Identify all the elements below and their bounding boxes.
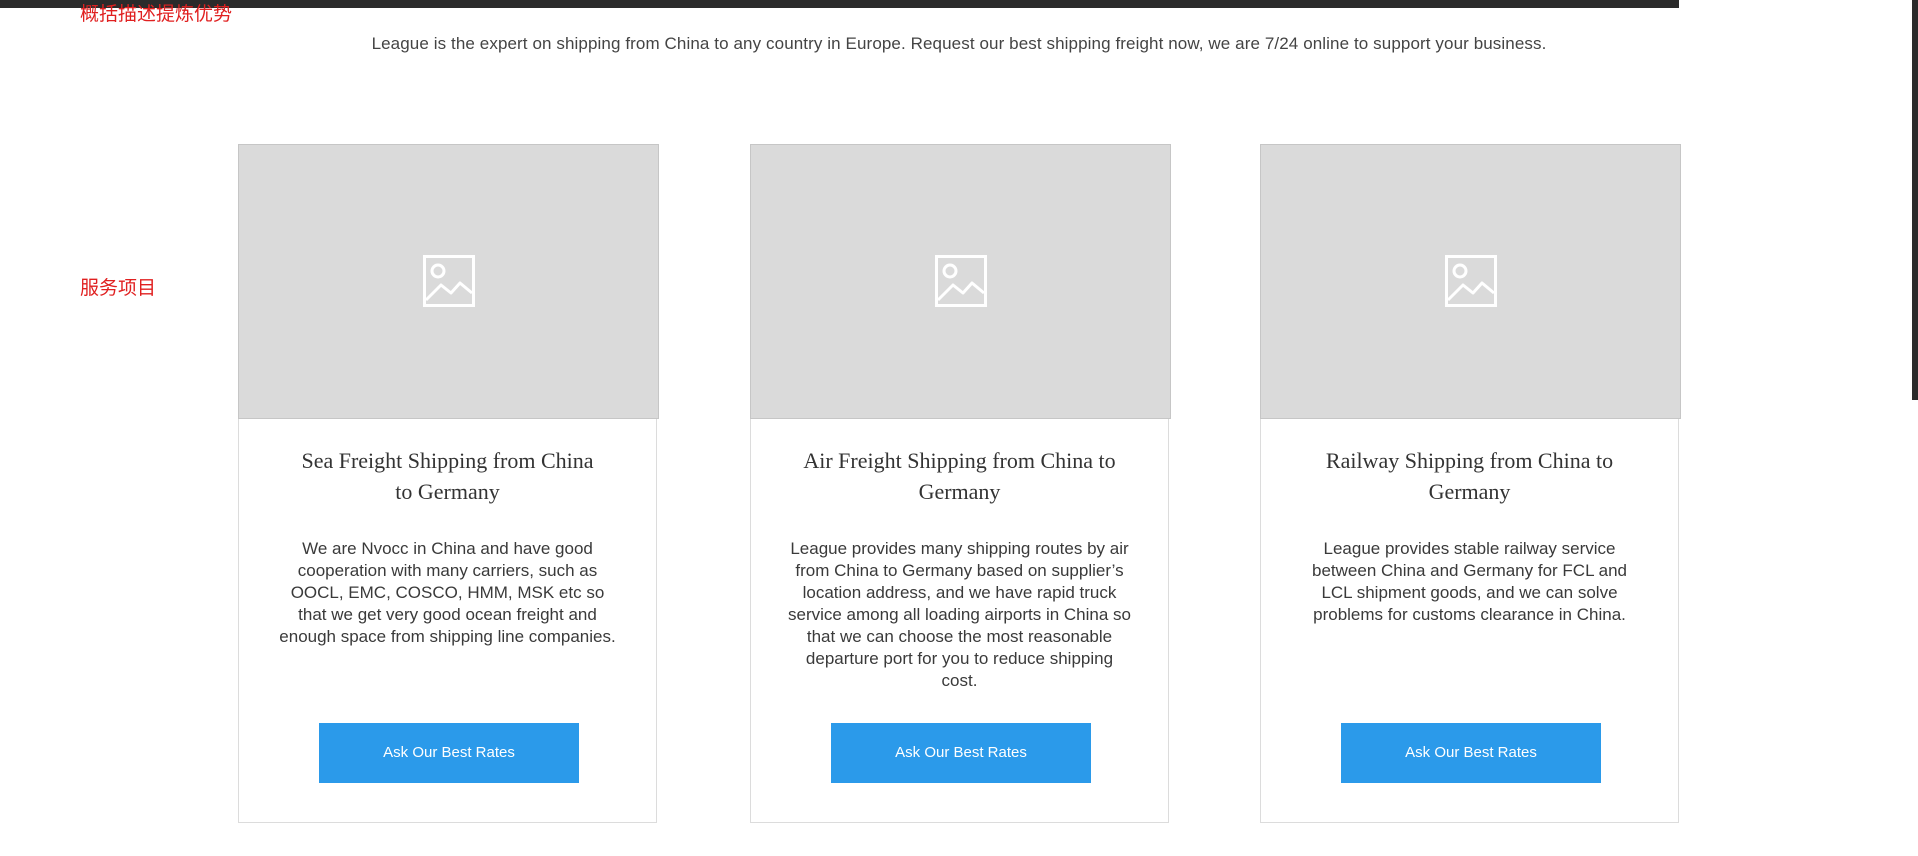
- ask-rates-button-sea[interactable]: Ask Our Best Rates: [319, 723, 579, 783]
- card-title: Air Freight Shipping from China to Germa…: [791, 445, 1128, 507]
- ask-rates-button-railway[interactable]: Ask Our Best Rates: [1341, 723, 1601, 783]
- card-title: Railway Shipping from China to Germany: [1301, 445, 1638, 507]
- top-bar: [0, 0, 1679, 8]
- ask-rates-button-air[interactable]: Ask Our Best Rates: [831, 723, 1091, 783]
- card-image-placeholder: [1260, 144, 1681, 419]
- annotation-summary: 概括描述提炼优势: [80, 3, 233, 25]
- card-description: League provides many shipping routes by …: [787, 539, 1131, 690]
- card-title-line1: Air Freight Shipping from China to: [803, 448, 1116, 473]
- service-card-sea: Sea Freight Shipping from China to Germa…: [238, 144, 659, 823]
- card-title-line1: Railway Shipping from China to: [1325, 448, 1614, 473]
- intro-text: League is the expert on shipping from Ch…: [371, 34, 1547, 53]
- image-placeholder-icon: [423, 255, 475, 307]
- card-title-line2: Germany: [1428, 479, 1511, 504]
- card-title-line2: Germany: [918, 479, 1001, 504]
- card-title-line2: to Germany: [395, 479, 500, 504]
- card-image-placeholder: [750, 144, 1171, 419]
- service-card-railway: Railway Shipping from China to Germany L…: [1260, 144, 1681, 823]
- image-placeholder-icon: [1445, 255, 1497, 307]
- card-image-placeholder: [238, 144, 659, 419]
- card-title: Sea Freight Shipping from China to Germa…: [279, 445, 616, 507]
- card-description: We are Nvocc in China and have good coop…: [279, 539, 616, 646]
- image-placeholder-icon: [935, 255, 987, 307]
- card-description: League provides stable railway service b…: [1312, 539, 1627, 624]
- card-title-line1: Sea Freight Shipping from China: [301, 448, 594, 473]
- services-section: Sea Freight Shipping from China to Germa…: [0, 144, 1918, 825]
- service-card-air: Air Freight Shipping from China to Germa…: [750, 144, 1171, 823]
